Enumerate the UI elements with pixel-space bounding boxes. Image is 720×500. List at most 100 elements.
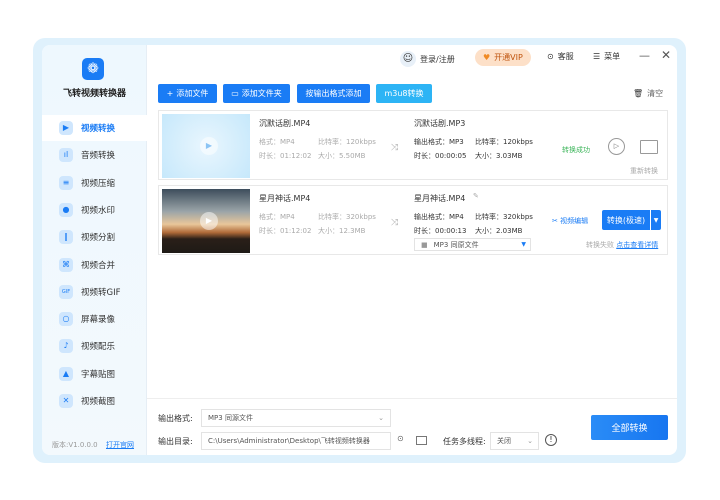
- sidebar-item-label: 视频压缩: [81, 178, 116, 189]
- output-name: 星月神话.MP4: [414, 194, 466, 203]
- sidebar-item-label: 视频转GIF: [81, 287, 121, 298]
- source-bitrate: 比特率：120kbps: [318, 138, 376, 146]
- video-thumbnail[interactable]: ▶: [162, 114, 250, 178]
- convert-button[interactable]: 转换(极速): [602, 210, 650, 230]
- add-folder-label: 添加文件夹: [241, 89, 282, 98]
- clear-label: 清空: [647, 89, 664, 98]
- play-icon: ▶: [200, 212, 218, 230]
- clear-button[interactable]: 🗑 清空: [633, 88, 663, 99]
- vip-icon: ♥: [483, 53, 491, 62]
- app-name: 飞转视频转换器: [62, 89, 126, 99]
- shuffle-icon: ⤨: [391, 218, 399, 228]
- minimize-button[interactable]: —: [639, 49, 650, 62]
- sidebar-item[interactable]: ⌘ 视频合并: [42, 252, 147, 278]
- video-convert-icon: ▶: [59, 121, 73, 135]
- audio-icon: ıl: [59, 148, 73, 163]
- view-detail-link[interactable]: 点击查看详情: [616, 241, 658, 249]
- output-duration: 时长：00:00:05: [414, 152, 467, 160]
- convert-all-button[interactable]: 全部转换: [591, 415, 668, 440]
- chat-icon: ⊙: [547, 52, 554, 61]
- source-size: 大小：5.50MB: [318, 152, 366, 160]
- thread-select[interactable]: 关闭 ⌄: [490, 432, 539, 450]
- reconvert-link[interactable]: 重新转换: [630, 166, 658, 176]
- plus-icon: +: [166, 89, 174, 98]
- format-value: MP3 同源文件: [208, 414, 253, 422]
- chevron-down-icon: ⌄: [527, 437, 533, 445]
- add-file-label: 添加文件: [176, 89, 209, 98]
- service-button[interactable]: ⊙ 客服: [547, 51, 574, 62]
- trash-icon: 🗑: [633, 89, 644, 98]
- info-icon[interactable]: !: [545, 434, 557, 446]
- video-edit-button[interactable]: ✂ 视频编辑: [552, 216, 588, 226]
- login-button[interactable]: ☺ 登录/注册: [400, 51, 455, 67]
- thread-label: 任务多线程:: [443, 437, 486, 446]
- source-size: 大小：12.3MB: [318, 227, 366, 235]
- output-dir-input[interactable]: C:\Users\Administrator\Desktop\飞转视频转换器: [201, 432, 391, 450]
- chevron-down-icon: ▼: [521, 241, 526, 248]
- add-folder-button[interactable]: ▭ 添加文件夹: [223, 84, 290, 103]
- thread-value: 关闭: [497, 437, 511, 445]
- shuffle-icon: ⤨: [391, 143, 399, 153]
- output-size: 大小：3.03MB: [475, 152, 523, 160]
- rename-pencil-icon[interactable]: ✎: [473, 192, 479, 200]
- output-preset-select[interactable]: ■ MP3 同原文件 ▼: [414, 238, 531, 251]
- output-duration: 时长：00:00:13: [414, 227, 467, 235]
- output-bitrate: 比特率：320kbps: [475, 213, 533, 221]
- sidebar-item[interactable]: ♪ 视频配乐: [42, 333, 147, 359]
- sidebar-item[interactable]: ▶ 视频转换: [42, 115, 147, 141]
- source-name: 星月神话.MP4: [259, 194, 311, 203]
- close-button[interactable]: ✕: [661, 48, 671, 62]
- service-label: 客服: [557, 52, 574, 61]
- dir-label: 输出目录:: [158, 437, 193, 446]
- sidebar-item[interactable]: ▲ 字幕贴图: [42, 361, 147, 387]
- add-file-button[interactable]: + 添加文件: [158, 84, 217, 103]
- sidebar-item[interactable]: GIF 视频转GIF: [42, 279, 147, 305]
- compress-icon: ≡: [59, 175, 73, 190]
- sidebar-item-label: 视频配乐: [81, 342, 116, 353]
- open-folder-button[interactable]: [640, 140, 658, 154]
- watermark-icon: ●: [59, 202, 73, 217]
- video-thumbnail[interactable]: ▶: [162, 189, 250, 253]
- source-format: 格式：MP4: [259, 213, 295, 221]
- menu-label: 菜单: [604, 52, 621, 61]
- sidebar-item[interactable]: ● 视频水印: [42, 197, 147, 223]
- sidebar: ❁ 飞转视频转换器 ▶ 视频转换 ıl 音频转换 ≡ 视频压缩 ● 视频水印 ‖ 视频分割 ⌘ 视频合…: [42, 45, 147, 455]
- output-format: 输出格式：MP3: [414, 138, 464, 146]
- sidebar-item[interactable]: ‖ 视频分割: [42, 224, 147, 250]
- screenshot-icon: ✕: [59, 394, 73, 408]
- sidebar-item-label: 视频分割: [81, 233, 116, 244]
- more-icon[interactable]: ⊙: [397, 434, 404, 443]
- sidebar-item[interactable]: ○ 屏幕录像: [42, 306, 147, 332]
- divider: [147, 398, 677, 399]
- avatar-icon: ☺: [400, 51, 416, 67]
- chevron-down-icon: ⌄: [378, 414, 384, 422]
- convert-dropdown-button[interactable]: ▼: [651, 210, 661, 230]
- website-link[interactable]: 打开官网: [106, 440, 134, 450]
- file-row: ▶ 星月神话.MP4 格式：MP4 比特率：320kbps 时长：01:12:0…: [158, 185, 668, 255]
- source-format: 格式：MP4: [259, 138, 295, 146]
- sidebar-item[interactable]: ıl 音频转换: [42, 142, 147, 168]
- folder-icon[interactable]: [416, 436, 427, 445]
- output-bitrate: 比特率：120kbps: [475, 138, 533, 146]
- sidebar-item[interactable]: ✕ 视频截图: [42, 388, 147, 414]
- output-name: 沉默话剧.MP3: [414, 119, 466, 128]
- file-row: ▶ 沉默话剧.MP4 格式：MP4 比特率：120kbps 时长：01:12:0…: [158, 110, 668, 180]
- fail-status: 转换失败 点击查看详情: [586, 240, 658, 250]
- play-icon: ▶: [200, 137, 218, 155]
- source-duration: 时长：01:12:02: [259, 227, 312, 235]
- vip-button[interactable]: ♥ 开通VIP: [475, 49, 531, 66]
- source-duration: 时长：01:12:02: [259, 152, 312, 160]
- m3u8-button[interactable]: m3u8转换: [376, 84, 432, 103]
- record-icon: ○: [59, 312, 73, 327]
- output-format: 输出格式：MP4: [414, 213, 464, 221]
- gif-icon: GIF: [59, 284, 73, 299]
- add-by-format-button[interactable]: 按输出格式添加: [297, 84, 370, 103]
- menu-button[interactable]: ☰ 菜单: [593, 51, 620, 62]
- fail-label: 转换失败: [586, 241, 614, 249]
- sidebar-item[interactable]: ≡ 视频压缩: [42, 170, 147, 196]
- play-output-button[interactable]: ▷: [608, 138, 625, 155]
- output-format-select[interactable]: MP3 同源文件 ⌄: [201, 409, 391, 427]
- source-name: 沉默话剧.MP4: [259, 119, 311, 128]
- image-icon: ▲: [59, 366, 73, 381]
- sidebar-item-label: 视频截图: [81, 397, 116, 407]
